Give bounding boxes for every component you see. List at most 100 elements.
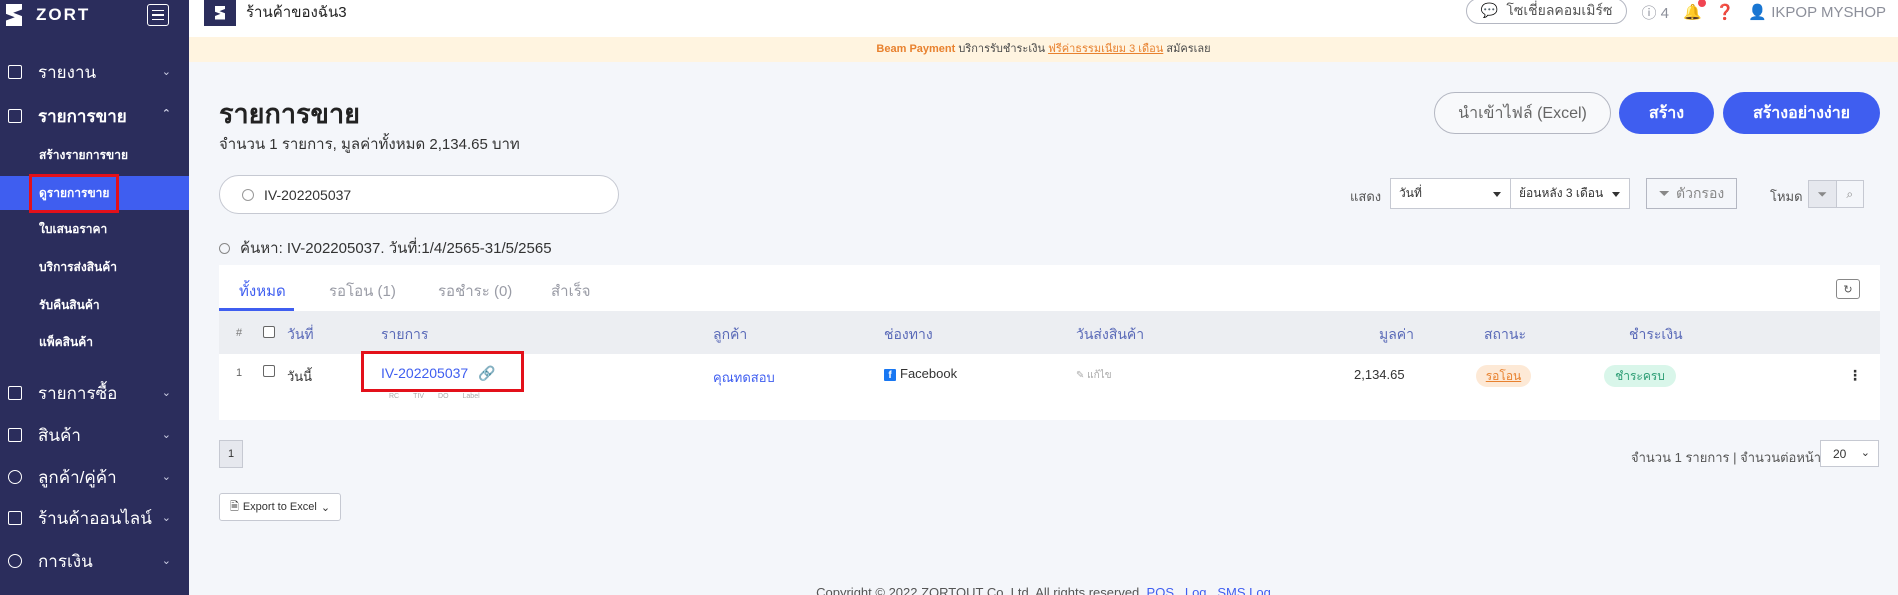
- header-date[interactable]: วันที่: [287, 324, 314, 346]
- sidebar-item-label: รายการขาย: [38, 106, 127, 126]
- row-checkbox[interactable]: [263, 365, 275, 377]
- tag-rc[interactable]: RC: [389, 393, 399, 400]
- search-summary: ค้นหา: IV-202205037. วันที่:1/4/2565-31/…: [219, 236, 552, 260]
- tag-do[interactable]: DO: [438, 393, 449, 400]
- promo-link[interactable]: ฟรีค่าธรรมเนียม 3 เดือน: [1048, 43, 1163, 55]
- coin-icon: [8, 554, 22, 568]
- search-icon: [242, 188, 254, 201]
- store-icon: [8, 511, 22, 525]
- chevron-down-icon: ⌄: [161, 387, 171, 399]
- date-field-select[interactable]: วันที่: [1390, 178, 1511, 209]
- sidebar-sub-packing[interactable]: แพ็คสินค้า: [0, 325, 189, 359]
- sidebar-sub-view-sales[interactable]: ดูรายการขาย: [0, 173, 189, 213]
- document-tags: RC TIV DO Label: [389, 393, 480, 400]
- page-button[interactable]: 1: [219, 440, 243, 468]
- search-mode-icon[interactable]: ⌕: [1837, 181, 1864, 207]
- tab-awaiting-transfer[interactable]: รอโอน (1): [329, 279, 396, 303]
- bell-icon[interactable]: 🔔: [1683, 0, 1706, 21]
- info-icon: ⓘ: [1641, 4, 1657, 22]
- table-header: # วันที่ รายการ ลูกค้า ช่องทาง วันส่งสิน…: [219, 311, 1880, 354]
- status-badge[interactable]: รอโอน: [1476, 365, 1531, 387]
- row-ship-date-edit[interactable]: ✎ แก้ไข: [1076, 368, 1112, 383]
- row-menu-icon[interactable]: ⋮: [1848, 367, 1862, 384]
- row-date: วันนี้: [287, 369, 313, 384]
- link-icon[interactable]: 🔗: [478, 365, 495, 381]
- tag-tiv[interactable]: TIV: [413, 393, 424, 400]
- header-payment[interactable]: ชำระเงิน: [1629, 324, 1683, 346]
- sales-table-card: ทั้งหมด รอโอน (1) รอชำระ (0) สำเร็จ ↻ # …: [219, 265, 1880, 420]
- chevron-down-icon: ⌄: [161, 429, 171, 441]
- header-item[interactable]: รายการ: [381, 324, 428, 346]
- select-all-checkbox[interactable]: [263, 326, 275, 338]
- social-commerce-button[interactable]: 💬 โซเชี่ยลคอมเมิร์ซ: [1465, 0, 1628, 24]
- info-badge[interactable]: ⓘ 4: [1641, 2, 1669, 23]
- notification-dot: [1697, 0, 1706, 7]
- user-menu[interactable]: 👤 IKPOP MYSHOP: [1748, 3, 1886, 21]
- footer-link-sms-log[interactable]: SMS Log: [1217, 585, 1270, 595]
- row-value: 2,134.65: [1354, 367, 1405, 382]
- footer-link-log[interactable]: Log: [1185, 585, 1207, 595]
- tag-label[interactable]: Label: [463, 393, 480, 400]
- promo-cta[interactable]: สมัครเลย: [1166, 43, 1210, 55]
- pagination-summary: จำนวน 1 รายการ | จำนวนต่อหน้า: [1631, 450, 1822, 465]
- basket-icon: [8, 386, 22, 400]
- header-channel[interactable]: ช่องทาง: [884, 324, 933, 346]
- store-logo-icon: [204, 0, 236, 26]
- chevron-down-icon: ⌄: [320, 501, 331, 514]
- sidebar-sub-quotation[interactable]: ใบเสนอราคา: [0, 212, 189, 246]
- export-excel-button[interactable]: 🗎 Export to Excel ⌄: [219, 493, 341, 521]
- header-num: #: [236, 327, 243, 339]
- tab-all[interactable]: ทั้งหมด: [239, 279, 286, 303]
- edit-icon: ✎: [1076, 370, 1085, 381]
- users-icon: [8, 470, 22, 484]
- filter-button[interactable]: ⏷ ตัวกรอง: [1646, 178, 1737, 209]
- brand-name: ZORT: [36, 5, 91, 24]
- sidebar-item-label: สินค้า: [38, 425, 81, 445]
- sidebar-item-contacts[interactable]: ลูกค้า/คู่ค้า ⌄: [0, 462, 189, 492]
- search-icon: [219, 242, 230, 254]
- page-title: รายการขาย: [219, 99, 360, 129]
- header-value[interactable]: มูลค่า: [1379, 324, 1414, 346]
- row-num: 1: [236, 367, 243, 379]
- filter-mode-icon[interactable]: ⏷: [1809, 181, 1837, 207]
- store-name[interactable]: ร้านค้าของฉัน3: [246, 0, 347, 24]
- funnel-icon: ⏷: [1658, 185, 1670, 201]
- promo-banner: Beam Payment บริการรับชำระเงิน ฟรีค่าธรร…: [189, 37, 1898, 62]
- create-button[interactable]: สร้าง: [1619, 92, 1714, 134]
- sidebar-item-purchases[interactable]: รายการซื้อ ⌄: [0, 378, 189, 408]
- sidebar-sub-returns[interactable]: รับคืนสินค้า: [0, 288, 189, 322]
- footer: Copyright © 2022 ZORTOUT Co.,Ltd. All ri…: [189, 585, 1898, 595]
- chart-icon: [8, 65, 22, 79]
- import-excel-button[interactable]: นำเข้าไฟล์ (Excel): [1434, 92, 1611, 134]
- sidebar-sub-create-sale[interactable]: สร้างรายการขาย: [0, 138, 189, 172]
- date-range-select[interactable]: ย้อนหลัง 3 เดือน: [1510, 178, 1630, 209]
- chevron-down-icon: ⌄: [161, 512, 171, 524]
- logo[interactable]: ZORT: [0, 0, 189, 30]
- sidebar-item-online-store[interactable]: ร้านค้าออนไลน์ ⌄: [0, 503, 189, 533]
- quick-create-button[interactable]: สร้างอย่างง่าย: [1723, 92, 1880, 134]
- sidebar-item-products[interactable]: สินค้า ⌄: [0, 420, 189, 450]
- sidebar-item-sales[interactable]: รายการขาย ⌃: [0, 101, 189, 131]
- header-status[interactable]: สถานะ: [1484, 324, 1526, 346]
- chevron-down-icon: ⌄: [161, 555, 171, 567]
- sidebar-item-reports[interactable]: รายงาน ⌄: [0, 57, 189, 87]
- sidebar-sub-shipping[interactable]: บริการส่งสินค้า: [0, 250, 189, 284]
- invoice-link[interactable]: IV-202205037 🔗: [381, 365, 496, 382]
- refresh-icon[interactable]: ↻: [1836, 279, 1860, 299]
- sidebar-item-label: การเงิน: [38, 551, 93, 571]
- chevron-down-icon: ⌄: [161, 471, 171, 483]
- sidebar-item-label: ร้านค้าออนไลน์: [38, 508, 152, 528]
- search-input[interactable]: IV-202205037: [219, 175, 619, 214]
- row-customer[interactable]: คุณทดสอบ: [713, 367, 775, 388]
- menu-toggle-icon[interactable]: [147, 4, 169, 26]
- header-customer[interactable]: ลูกค้า: [713, 324, 747, 346]
- clipboard-icon: [8, 109, 22, 123]
- file-icon: 🗎: [229, 500, 239, 513]
- header-ship-date[interactable]: วันส่งสินค้า: [1076, 324, 1144, 346]
- tab-awaiting-payment[interactable]: รอชำระ (0): [438, 279, 512, 303]
- sidebar-item-finance[interactable]: การเงิน ⌄: [0, 546, 189, 576]
- per-page-select[interactable]: 20 ⌄: [1820, 440, 1879, 467]
- footer-link-pos[interactable]: POS: [1147, 585, 1174, 595]
- help-icon[interactable]: ❓: [1716, 3, 1735, 21]
- tab-completed[interactable]: สำเร็จ: [551, 279, 591, 303]
